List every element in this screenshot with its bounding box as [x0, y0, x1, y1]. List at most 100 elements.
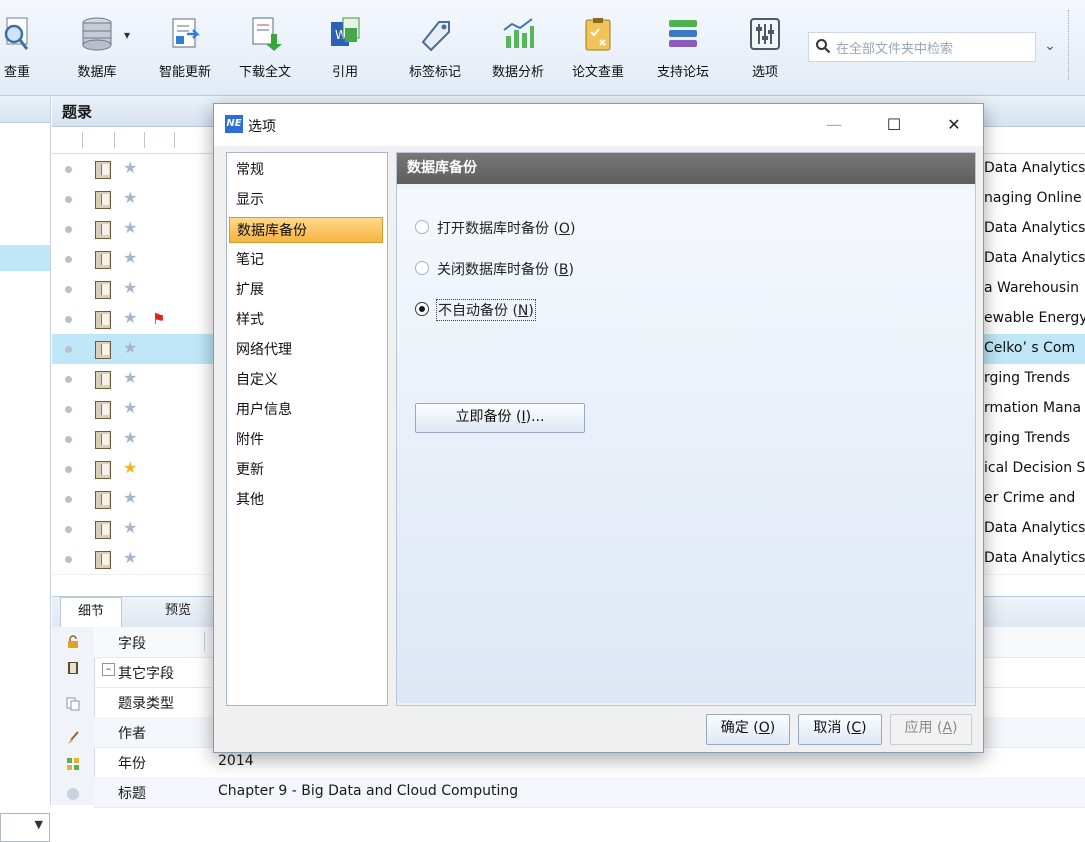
group-label: 其它字段 [118, 666, 174, 682]
copy-icon[interactable] [66, 697, 80, 711]
toolbar-button-duplicate-search[interactable]: 查重 [0, 8, 52, 92]
read-status-dot-icon[interactable] [65, 166, 72, 173]
category-item[interactable]: 显示 [229, 187, 383, 213]
brush-icon[interactable] [66, 731, 80, 745]
search-dropdown-chevron-icon[interactable]: ⌄ [1038, 32, 1062, 60]
category-item[interactable]: 更新 [229, 457, 383, 483]
star-icon[interactable]: ★ [123, 338, 137, 357]
chevron-down-icon: ▼ [34, 818, 43, 831]
category-item[interactable]: 扩展 [229, 277, 383, 303]
category-item[interactable]: 用户信息 [229, 397, 383, 423]
radio-label: 关闭数据库时备份 (B) [437, 262, 574, 278]
category-item[interactable]: 自定义 [229, 367, 383, 393]
read-status-dot-icon[interactable] [65, 496, 72, 503]
category-item[interactable]: 其他 [229, 487, 383, 513]
reference-type-icon [95, 491, 111, 509]
reference-title: a Warehousin [984, 280, 1079, 296]
toolbar-button-database[interactable]: 数据库 [62, 8, 132, 92]
star-icon[interactable]: ★ [123, 218, 137, 237]
lock-icon[interactable] [66, 635, 80, 649]
read-status-dot-icon[interactable] [65, 376, 72, 383]
radio-button-icon[interactable] [415, 302, 429, 316]
star-icon[interactable]: ★ [123, 548, 137, 567]
toolbar-button-tag[interactable]: 标签标记 [400, 8, 470, 92]
category-item[interactable]: 常规 [229, 157, 383, 183]
category-item[interactable]: 数据库备份 [229, 217, 383, 243]
toolbar-button-label: 数据分析 [491, 65, 544, 80]
backup-now-button[interactable]: 立即备份 (I)... [415, 403, 585, 433]
read-status-dot-icon[interactable] [65, 316, 72, 323]
field-value[interactable]: 2014 [218, 753, 254, 769]
apply-key: A [942, 720, 953, 736]
toolbar-button-label: 查重 [3, 65, 30, 80]
maximize-button[interactable]: ☐ [871, 104, 917, 146]
read-status-dot-icon[interactable] [65, 256, 72, 263]
column-divider[interactable] [114, 132, 115, 148]
toolbar-button-smart-update[interactable]: 智能更新 [150, 8, 220, 92]
star-icon[interactable]: ★ [123, 398, 137, 417]
panel-body: 打开数据库时备份 (O) 关闭数据库时备份 (B) 不自动备份 (N) 立即备份 (… [397, 189, 975, 703]
toolbar-button-paper-check[interactable]: 论文查重 [563, 8, 633, 92]
tab-preview[interactable]: 预览 [148, 597, 208, 626]
read-status-dot-icon[interactable] [65, 286, 72, 293]
toolbar-button-data-analysis[interactable]: 数据分析 [483, 8, 553, 92]
toolbar-button-citation[interactable]: W 引用 [310, 8, 380, 92]
radio-button-icon[interactable] [415, 220, 429, 234]
column-divider[interactable] [82, 132, 83, 148]
flag-icon[interactable]: ⚑ [152, 310, 165, 328]
apply-label: 应用 [904, 720, 933, 736]
cancel-button[interactable]: 取消 (C) [798, 714, 882, 745]
collapse-icon[interactable]: – [102, 663, 115, 676]
category-item[interactable]: 样式 [229, 307, 383, 333]
read-status-dot-icon[interactable] [65, 346, 72, 353]
options-dialog: NE 选项 — ☐ ✕ 常规显示数据库备份笔记扩展样式网络代理自定义用户信息附件… [213, 103, 984, 753]
reference-title: ical Decision S [984, 460, 1085, 476]
category-item[interactable]: 笔记 [229, 247, 383, 273]
toolbar-button-forum[interactable]: 支持论坛 [648, 8, 718, 92]
star-icon[interactable]: ★ [123, 518, 137, 537]
star-icon[interactable]: ★ [123, 428, 137, 447]
column-divider[interactable] [174, 132, 175, 148]
tab-details[interactable]: 细节 [60, 597, 122, 627]
minimize-button[interactable]: — [811, 104, 857, 146]
details-field-row[interactable]: 标题 Chapter 9 - Big Data and Cloud Comput… [94, 777, 1085, 808]
star-icon[interactable]: ★ [123, 158, 137, 177]
folder-tree-selected-item[interactable] [0, 245, 50, 271]
field-value[interactable]: Chapter 9 - Big Data and Cloud Computing [218, 783, 518, 799]
toolbar-button-download-fulltext[interactable]: 下载全文 [230, 8, 300, 92]
book-icon[interactable] [66, 661, 80, 675]
read-status-dot-icon[interactable] [65, 406, 72, 413]
star-icon[interactable]: ★ [123, 488, 137, 507]
edit-icon[interactable] [66, 787, 80, 801]
read-status-dot-icon[interactable] [65, 556, 72, 563]
column-divider[interactable] [204, 632, 205, 652]
star-icon[interactable]: ★ [123, 278, 137, 297]
column-divider[interactable] [144, 132, 145, 148]
folder-filter-select[interactable]: ▼ [0, 813, 50, 842]
read-status-dot-icon[interactable] [65, 196, 72, 203]
close-button[interactable]: ✕ [931, 104, 977, 146]
grid-icon[interactable] [66, 757, 80, 771]
radio-button-icon[interactable] [415, 261, 429, 275]
star-icon[interactable]: ★ [123, 308, 137, 327]
reference-type-icon [95, 341, 111, 359]
toolbar-button-label: 支持论坛 [656, 65, 709, 80]
category-item[interactable]: 网络代理 [229, 337, 383, 363]
read-status-dot-icon[interactable] [65, 436, 72, 443]
star-icon[interactable]: ★ [123, 188, 137, 207]
database-backup-panel: 数据库备份 打开数据库时备份 (O) 关闭数据库时备份 (B) 不自动备份 (N) … [396, 152, 976, 706]
read-status-dot-icon[interactable] [65, 466, 72, 473]
category-item[interactable]: 附件 [229, 427, 383, 453]
search-box[interactable]: 在全部文件夹中检索 [808, 32, 1036, 62]
toolbar-button-options[interactable]: 选项 [730, 8, 800, 92]
ok-button[interactable]: 确定 (O) [706, 714, 790, 745]
star-icon[interactable]: ★ [123, 368, 137, 387]
star-icon[interactable]: ★ [123, 248, 137, 267]
database-dropdown-caret-icon[interactable]: ▾ [124, 28, 130, 42]
read-status-dot-icon[interactable] [65, 526, 72, 533]
dialog-title-bar[interactable]: NE 选项 — ☐ ✕ [214, 104, 983, 146]
star-icon[interactable]: ★ [123, 458, 137, 477]
radio-label: 打开数据库时备份 (O) [437, 221, 576, 237]
read-status-dot-icon[interactable] [65, 226, 72, 233]
apply-button[interactable]: 应用 (A) [890, 714, 972, 745]
